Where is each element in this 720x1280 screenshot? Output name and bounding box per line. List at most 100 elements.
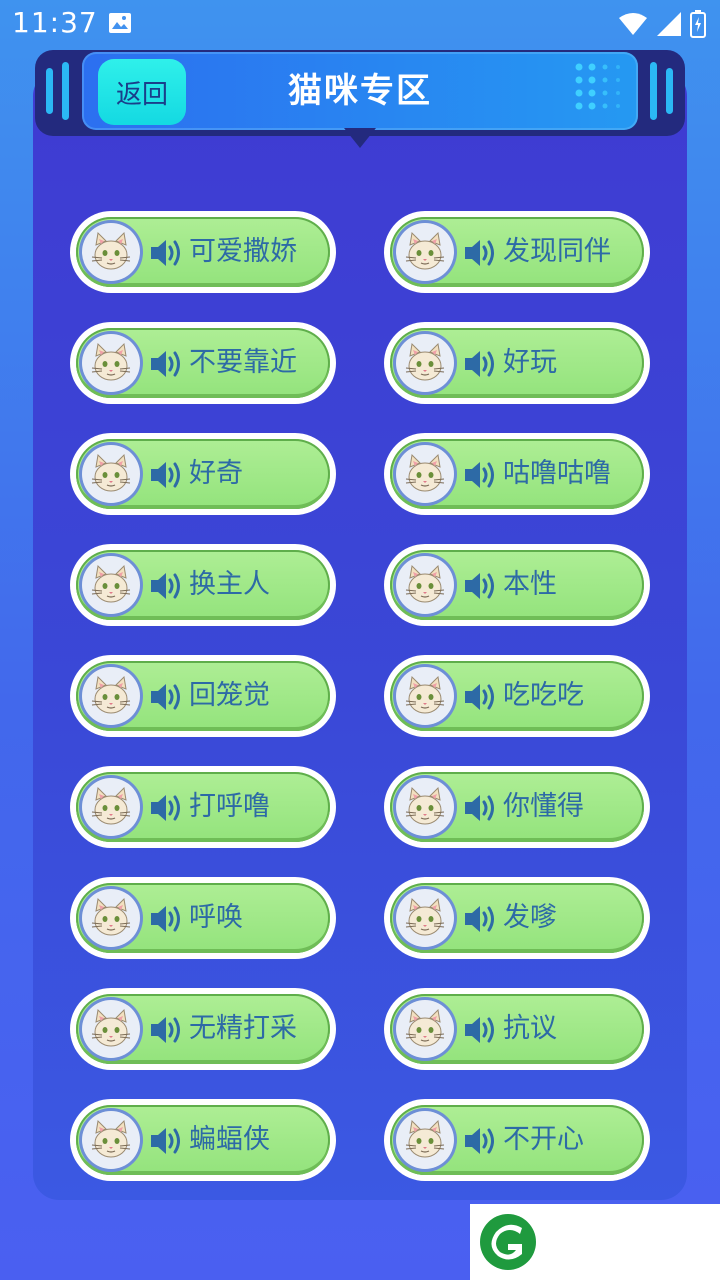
speaker-icon (149, 570, 185, 606)
sound-label: 打呼噜 (189, 791, 270, 822)
speaker-icon (149, 903, 185, 939)
speaker-icon (149, 681, 185, 717)
speaker-icon (149, 459, 185, 495)
cat-icon (82, 223, 140, 281)
wifi-icon (618, 12, 648, 40)
sound-label: 本性 (503, 569, 557, 600)
status-time: 11:37 (12, 6, 98, 39)
sound-button[interactable]: 不要靠近 (70, 322, 336, 404)
sound-button-body: 你懂得 (390, 772, 644, 842)
cat-icon (82, 334, 140, 392)
header-decor-right-2 (666, 68, 673, 114)
back-button[interactable]: 返回 (98, 59, 186, 125)
cat-icon (396, 778, 454, 836)
sound-button-body: 换主人 (76, 550, 330, 620)
sound-button-body: 好玩 (390, 328, 644, 398)
sound-label: 不要靠近 (189, 347, 297, 378)
cat-icon (82, 778, 140, 836)
image-notification-icon (108, 12, 132, 38)
status-icons (618, 10, 706, 42)
sound-label: 呼唤 (189, 902, 243, 933)
sound-button-body: 发现同伴 (390, 217, 644, 287)
sound-button[interactable]: 蝙蝠侠 (70, 1099, 336, 1181)
speaker-icon (463, 348, 499, 384)
sound-button-body: 不要靠近 (76, 328, 330, 398)
sound-label: 咕噜咕噜 (503, 458, 611, 489)
sound-button-body: 不开心 (390, 1105, 644, 1175)
sound-button[interactable]: 换主人 (70, 544, 336, 626)
sound-label: 吃吃吃 (503, 680, 584, 711)
sound-button-body: 可爱撒娇 (76, 217, 330, 287)
sound-button[interactable]: 无精打采 (70, 988, 336, 1070)
sound-label: 不开心 (503, 1124, 584, 1155)
sound-button-body: 抗议 (390, 994, 644, 1064)
sound-label: 抗议 (503, 1013, 557, 1044)
header-decor-right-1 (650, 62, 657, 120)
decorative-dots (575, 63, 620, 110)
cat-icon (396, 334, 454, 392)
speaker-icon (149, 1014, 185, 1050)
sound-button[interactable]: 咕噜咕噜 (384, 433, 650, 515)
sound-label: 回笼觉 (189, 680, 270, 711)
cat-icon (82, 556, 140, 614)
speaker-icon (463, 903, 499, 939)
cat-icon (82, 1000, 140, 1058)
speaker-icon (463, 459, 499, 495)
cat-icon (396, 889, 454, 947)
sound-label: 蝙蝠侠 (189, 1124, 270, 1155)
sound-button[interactable]: 回笼觉 (70, 655, 336, 737)
ad-banner[interactable] (470, 1204, 720, 1280)
cat-icon (396, 223, 454, 281)
sound-label: 你懂得 (503, 791, 584, 822)
speaker-icon (463, 681, 499, 717)
sound-button[interactable]: 本性 (384, 544, 650, 626)
sound-button[interactable]: 发现同伴 (384, 211, 650, 293)
speaker-icon (463, 1014, 499, 1050)
sound-label: 发现同伴 (503, 236, 611, 267)
header-notch (344, 128, 376, 148)
sound-button-body: 呼唤 (76, 883, 330, 953)
sound-button[interactable]: 吃吃吃 (384, 655, 650, 737)
sound-button[interactable]: 好奇 (70, 433, 336, 515)
speaker-icon (463, 237, 499, 273)
header-decor-left-1 (46, 68, 53, 114)
sound-button-body: 本性 (390, 550, 644, 620)
cat-icon (396, 556, 454, 614)
cat-icon (82, 1111, 140, 1169)
speaker-icon (149, 348, 185, 384)
speaker-icon (463, 1125, 499, 1161)
sound-button[interactable]: 好玩 (384, 322, 650, 404)
sound-label: 好玩 (503, 347, 557, 378)
sound-label: 可爱撒娇 (189, 236, 297, 267)
page-title: 猫咪专区 (288, 71, 432, 111)
sound-button[interactable]: 呼唤 (70, 877, 336, 959)
sound-label: 无精打采 (189, 1013, 297, 1044)
sound-button[interactable]: 发嗲 (384, 877, 650, 959)
cat-icon (396, 1000, 454, 1058)
speaker-icon (463, 792, 499, 828)
battery-icon (690, 10, 706, 42)
cat-icon (396, 445, 454, 503)
sound-button[interactable]: 不开心 (384, 1099, 650, 1181)
speaker-icon (149, 237, 185, 273)
sound-label: 好奇 (189, 458, 243, 489)
brand-logo-icon (480, 1214, 536, 1270)
cat-icon (82, 445, 140, 503)
sound-button[interactable]: 打呼噜 (70, 766, 336, 848)
sound-button-body: 好奇 (76, 439, 330, 509)
sound-button-body: 吃吃吃 (390, 661, 644, 731)
sound-button[interactable]: 你懂得 (384, 766, 650, 848)
sound-button[interactable]: 可爱撒娇 (70, 211, 336, 293)
sound-button-body: 咕噜咕噜 (390, 439, 644, 509)
cat-icon (82, 667, 140, 725)
cat-icon (396, 667, 454, 725)
sound-button-body: 发嗲 (390, 883, 644, 953)
sound-button-body: 蝙蝠侠 (76, 1105, 330, 1175)
sound-button[interactable]: 抗议 (384, 988, 650, 1070)
speaker-icon (149, 792, 185, 828)
cat-icon (82, 889, 140, 947)
header-decor-left-2 (62, 62, 69, 120)
speaker-icon (149, 1125, 185, 1161)
sound-button-body: 打呼噜 (76, 772, 330, 842)
signal-icon (656, 11, 682, 41)
